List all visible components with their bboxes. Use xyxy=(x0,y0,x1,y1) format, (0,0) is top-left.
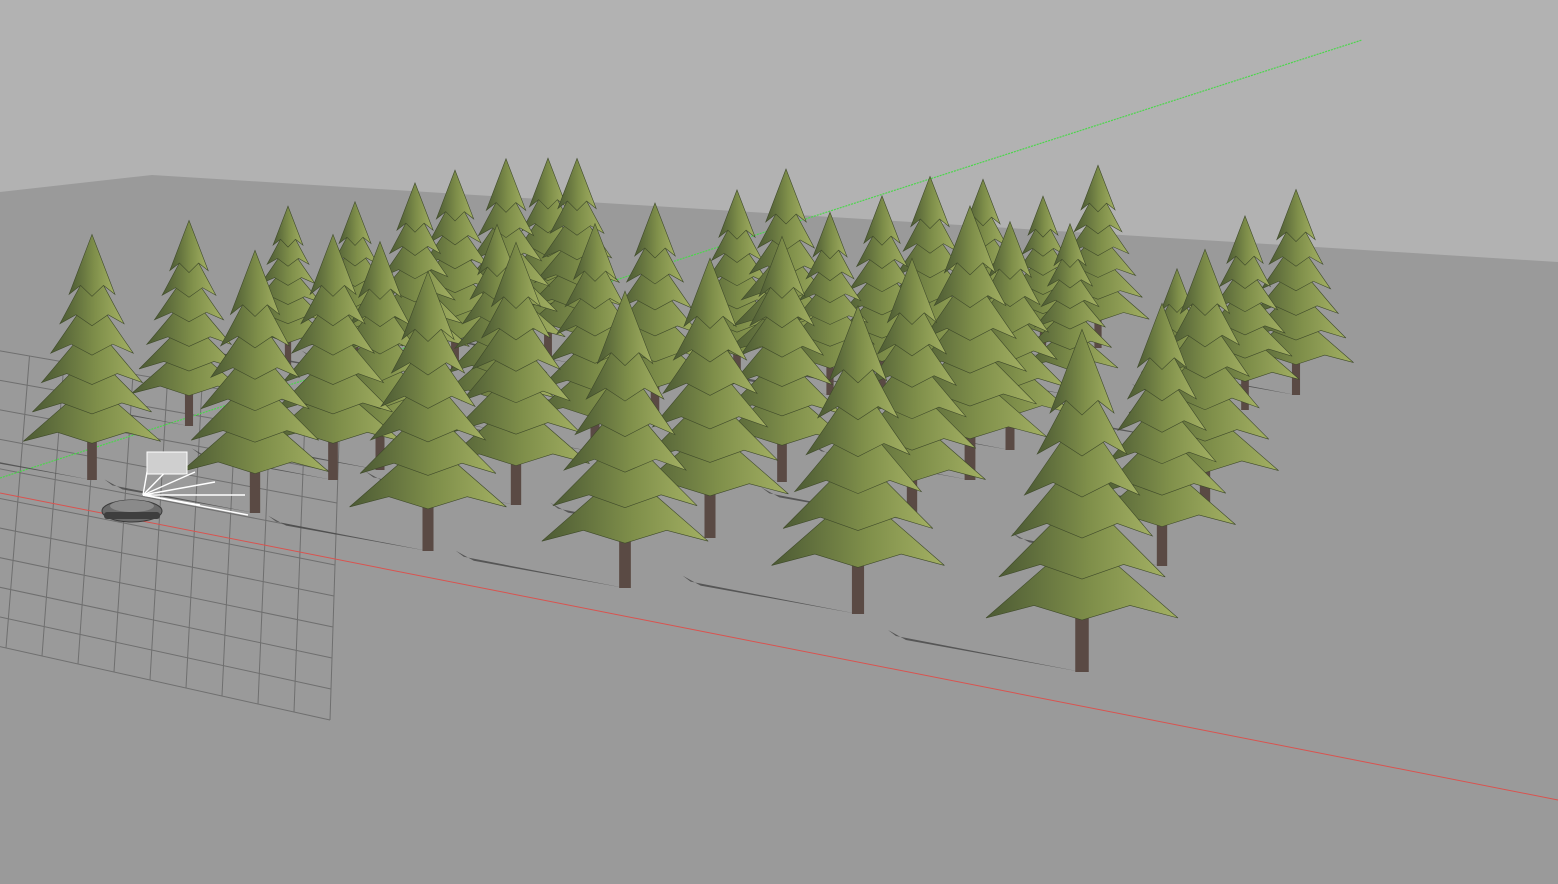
camera-image-panel xyxy=(146,451,188,475)
scene-canvas[interactable] xyxy=(0,0,1558,884)
robot-track-left xyxy=(104,512,160,519)
gazebo-3d-viewport[interactable] xyxy=(0,0,1558,884)
robot-top xyxy=(110,500,154,512)
